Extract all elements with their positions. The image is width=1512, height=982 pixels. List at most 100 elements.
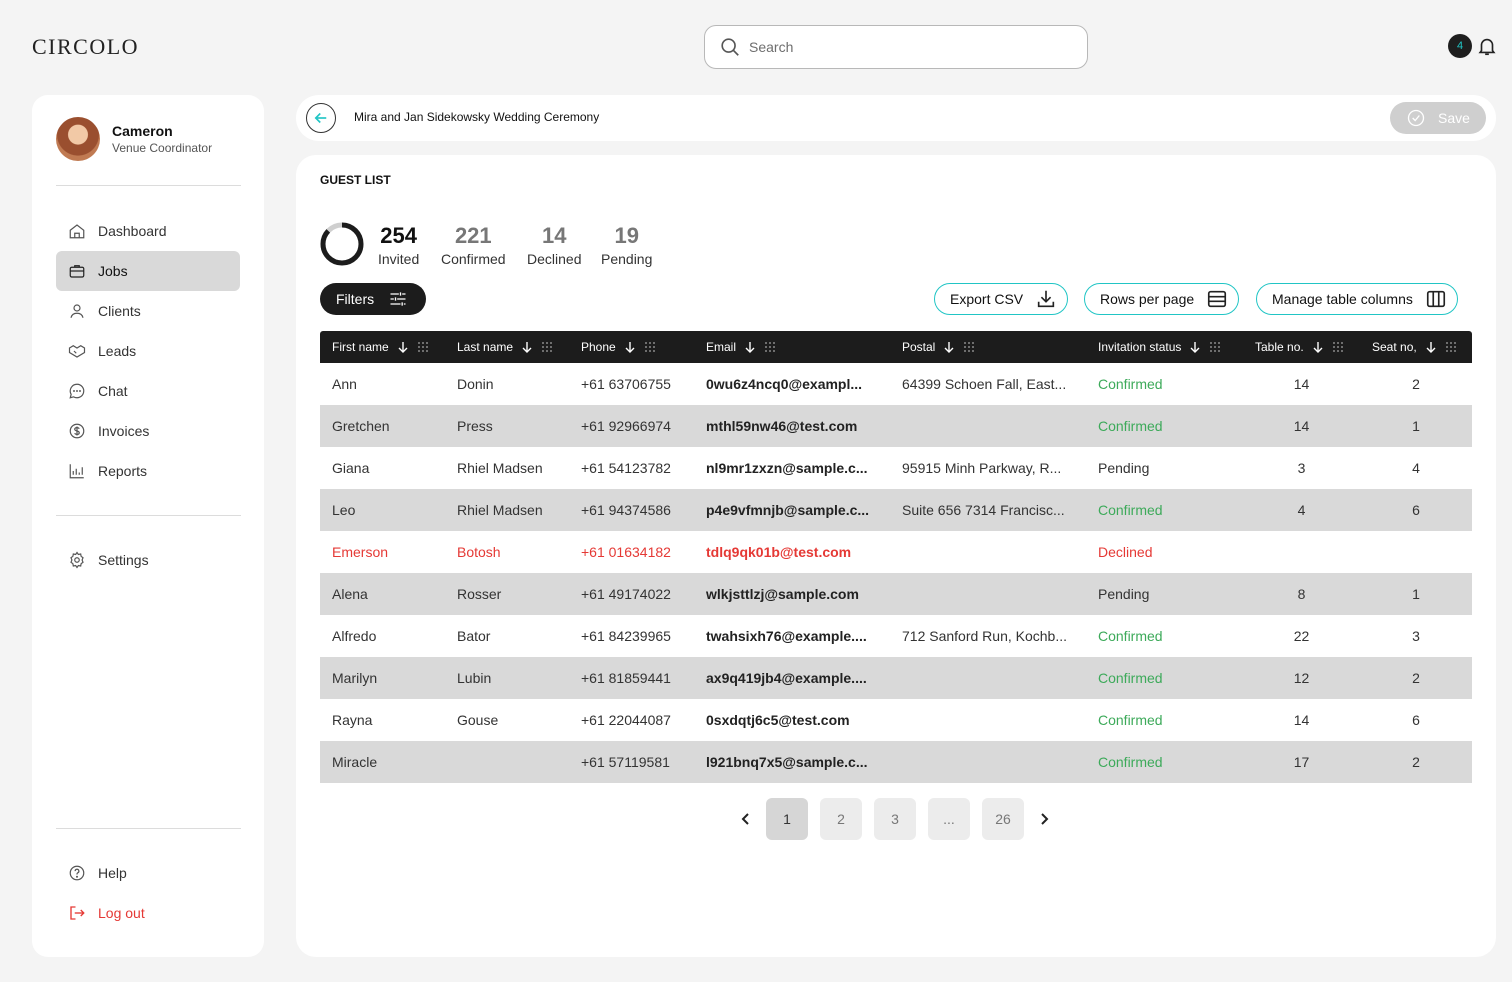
manage-columns-button[interactable]: Manage table columns xyxy=(1256,283,1458,315)
column-header[interactable]: Email xyxy=(694,331,890,363)
drag-handle-icon[interactable] xyxy=(417,341,429,353)
column-header[interactable]: First name xyxy=(320,331,445,363)
page-button[interactable]: 3 xyxy=(874,798,916,840)
search-input[interactable] xyxy=(749,39,1049,55)
sort-arrow-icon[interactable] xyxy=(1425,341,1437,353)
table-row[interactable]: Rayna Gouse +61 22044087 0sxdqtj6c5@test.co… xyxy=(320,699,1472,741)
drag-handle-icon[interactable] xyxy=(1332,341,1344,353)
cell-email: l921bnq7x5@sample.c... xyxy=(706,754,868,770)
drag-handle-icon[interactable] xyxy=(541,341,553,353)
table-row[interactable]: Marilyn Lubin +61 81859441 ax9q419jb4@examp… xyxy=(320,657,1472,699)
cell-status: Confirmed xyxy=(1098,502,1163,518)
sidebar-item-reports[interactable]: Reports xyxy=(56,451,240,491)
user-profile[interactable]: Cameron Venue Coordinator xyxy=(56,117,212,161)
column-header[interactable]: Invitation status xyxy=(1086,331,1243,363)
table-row[interactable]: Miracle +61 57119581 l921bnq7x5@sample.c..… xyxy=(320,741,1472,783)
cell-status: Pending xyxy=(1098,460,1150,476)
next-page-button[interactable] xyxy=(1030,798,1058,840)
drag-handle-icon[interactable] xyxy=(644,341,656,353)
cell-phone: +61 49174022 xyxy=(581,586,671,602)
sort-arrow-icon[interactable] xyxy=(1189,341,1201,353)
cell-phone: +61 94374586 xyxy=(581,502,671,518)
table-row[interactable]: Giana Rhiel Madsen +61 54123782 nl9mr1zxzn@… xyxy=(320,447,1472,489)
cell-seat: 2 xyxy=(1412,670,1420,686)
filters-button[interactable]: Filters xyxy=(320,283,426,315)
table-row[interactable]: Alena Rosser +61 49174022 wlkjsttlzj@sample… xyxy=(320,573,1472,615)
cell-email: 0sxdqtj6c5@test.com xyxy=(706,712,850,728)
sort-arrow-icon[interactable] xyxy=(397,341,409,353)
cell-phone: +61 01634182 xyxy=(581,544,671,560)
sidebar-item-label: Log out xyxy=(98,905,145,921)
table-row[interactable]: Gretchen Press +61 92966974 mthl59nw46@test… xyxy=(320,405,1472,447)
sidebar-item-settings[interactable]: Settings xyxy=(56,540,240,580)
cell-status: Confirmed xyxy=(1098,418,1163,434)
export-csv-button[interactable]: Export CSV xyxy=(934,283,1069,315)
cell-first: Leo xyxy=(332,502,356,518)
cell-postal: 95915 Minh Parkway, R... xyxy=(902,460,1062,476)
sidebar: Cameron Venue Coordinator Dashboard Jobs… xyxy=(32,95,264,957)
manage-columns-label: Manage table columns xyxy=(1272,291,1413,307)
export-csv-label: Export CSV xyxy=(950,291,1024,307)
column-header[interactable]: Table no. xyxy=(1243,331,1360,363)
page-button[interactable]: ... xyxy=(928,798,970,840)
sidebar-item-leads[interactable]: Leads xyxy=(56,331,240,371)
page-button[interactable]: 1 xyxy=(766,798,808,840)
cell-status: Confirmed xyxy=(1098,670,1163,686)
cell-table: 14 xyxy=(1293,418,1310,434)
download-icon xyxy=(1037,290,1055,308)
column-header-label: First name xyxy=(332,340,389,354)
cell-seat: 6 xyxy=(1412,502,1420,518)
sidebar-item-help[interactable]: Help xyxy=(56,853,240,893)
sidebar-item-chat[interactable]: Chat xyxy=(56,371,240,411)
column-header[interactable]: Postal xyxy=(890,331,1086,363)
table-row[interactable]: Ann Donin +61 63706755 0wu6z4ncq0@exampl...… xyxy=(320,363,1472,405)
drag-handle-icon[interactable] xyxy=(764,341,776,353)
column-header[interactable]: Last name xyxy=(445,331,569,363)
cell-first: Giana xyxy=(332,460,370,476)
sort-arrow-icon[interactable] xyxy=(1312,341,1324,353)
arrow-left-icon xyxy=(314,112,327,124)
rsvp-donut-arc xyxy=(320,222,364,266)
sidebar-divider xyxy=(56,185,241,186)
sort-arrow-icon[interactable] xyxy=(624,341,636,353)
user-name: Cameron xyxy=(112,123,173,139)
cell-first: Alfredo xyxy=(332,628,377,644)
table-row[interactable]: Alfredo Bator +61 84239965 twahsixh76@examp… xyxy=(320,615,1472,657)
save-button[interactable]: Save xyxy=(1390,102,1486,134)
table-row[interactable]: Leo Rhiel Madsen +61 94374586 p4e9vfmnjb@sa… xyxy=(320,489,1472,531)
app-logo: CIRCOLO xyxy=(32,34,140,59)
sidebar-item-clients[interactable]: Clients xyxy=(56,291,240,331)
rows-per-page-button[interactable]: Rows per page xyxy=(1084,283,1240,315)
cell-last: Gouse xyxy=(457,712,499,728)
sidebar-item-invoices[interactable]: Invoices xyxy=(56,411,240,451)
page-button[interactable]: 2 xyxy=(820,798,862,840)
bell-icon[interactable] xyxy=(1476,35,1498,57)
sidebar-item-dashboard[interactable]: Dashboard xyxy=(56,211,240,251)
drag-handle-icon[interactable] xyxy=(1445,341,1457,353)
sidebar-item-label: Clients xyxy=(98,303,141,319)
table-row[interactable]: Emerson Botosh +61 01634182 tdlq9qk01b@test… xyxy=(320,531,1472,573)
column-header[interactable]: Phone xyxy=(569,331,694,363)
column-header[interactable]: Seat no, xyxy=(1360,331,1472,363)
sidebar-item-jobs[interactable]: Jobs xyxy=(56,251,240,291)
prev-page-button[interactable] xyxy=(732,798,760,840)
notifications[interactable]: 4 xyxy=(1448,34,1498,58)
sort-arrow-icon[interactable] xyxy=(521,341,533,353)
stat-value: 254 xyxy=(380,223,417,248)
cell-first: Marilyn xyxy=(332,670,378,686)
back-button[interactable] xyxy=(306,103,336,133)
page-button[interactable]: 26 xyxy=(982,798,1024,840)
drag-handle-icon[interactable] xyxy=(1209,341,1221,353)
sort-arrow-icon[interactable] xyxy=(943,341,955,353)
search-bar[interactable] xyxy=(704,25,1088,69)
cell-last: Rhiel Madsen xyxy=(457,460,543,476)
cell-postal: 712 Sanford Run, Kochb... xyxy=(902,628,1067,644)
sidebar-item-logout[interactable]: Log out xyxy=(56,893,240,933)
sort-arrow-icon[interactable] xyxy=(744,341,756,353)
drag-handle-icon[interactable] xyxy=(963,341,975,353)
cell-phone: +61 84239965 xyxy=(581,628,671,644)
cell-status: Declined xyxy=(1098,544,1153,560)
cell-email: nl9mr1zxzn@sample.c... xyxy=(706,460,868,476)
cell-table: 12 xyxy=(1293,670,1310,686)
cell-phone: +61 81859441 xyxy=(581,670,671,686)
